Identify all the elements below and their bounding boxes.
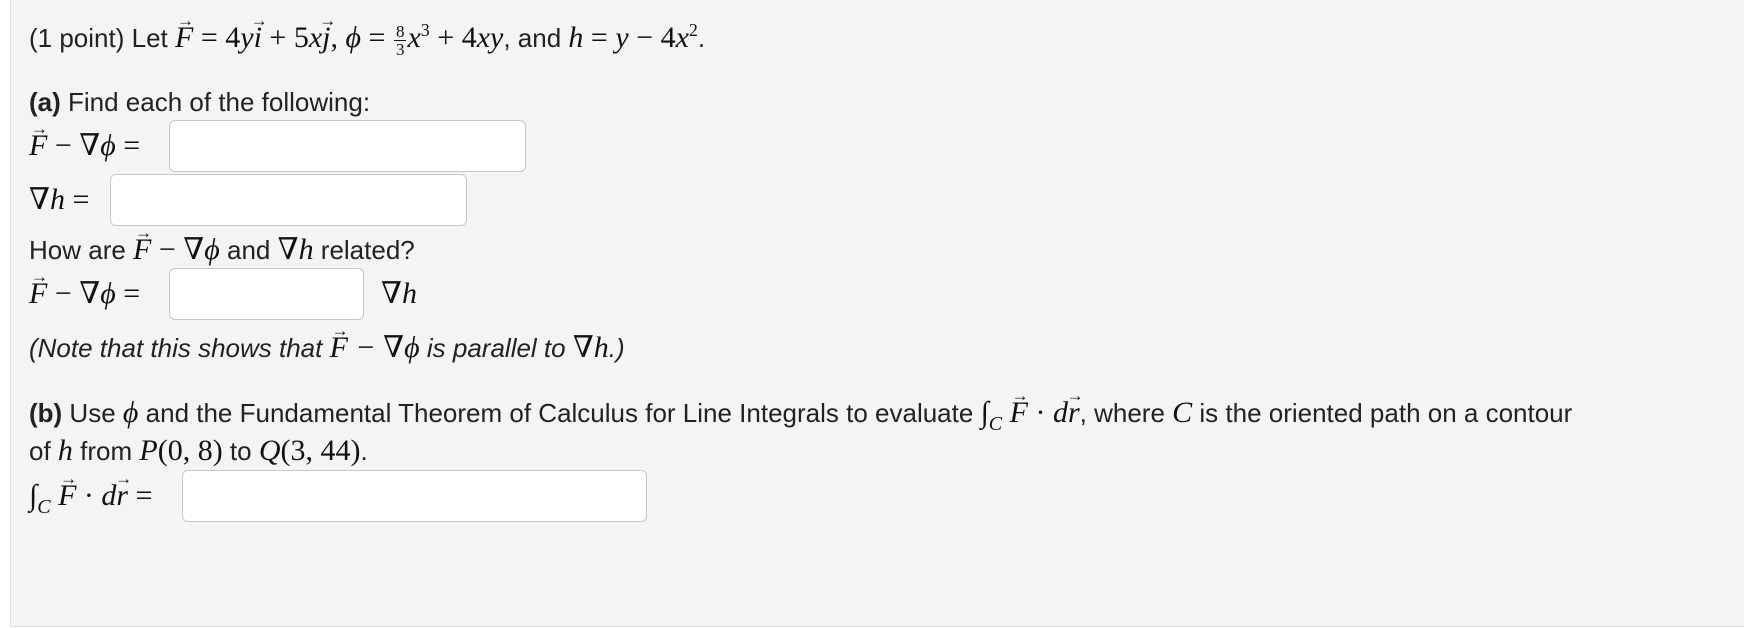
answer-field-f-minus-grad-phi[interactable]	[169, 120, 526, 172]
line-integral-label: ∫C F · dr =	[29, 478, 153, 518]
question-1-label: F − ∇ϕ =	[29, 128, 140, 164]
problem-statement: (1 point) Let F = 4yi + 5xj, ϕ = 83x3 + …	[29, 20, 705, 58]
part-b-label: (b)	[29, 398, 63, 428]
part-a-instruction: Find each of the following:	[60, 87, 371, 117]
parallel-note: (Note that this shows that F − ∇ϕ is par…	[29, 330, 625, 366]
point-Q: Q(3, 44)	[258, 434, 361, 467]
problem-prefix: (1 point) Let	[29, 23, 175, 53]
vector-F: F	[175, 20, 193, 56]
grad-h-suffix: ∇h	[381, 277, 417, 310]
fraction-8-3: 83	[393, 21, 407, 59]
question-3-label: F − ∇ϕ =	[29, 276, 140, 312]
def-h: h = y − 4x2	[568, 20, 698, 54]
answer-field-line-integral[interactable]	[182, 470, 647, 522]
def-F: = 4yi + 5xj,	[193, 21, 345, 54]
question-2-label: ∇h =	[29, 183, 90, 216]
point-P: P(0, 8)	[139, 434, 223, 467]
part-a-heading: (a) Find each of the following:	[29, 84, 370, 120]
problem-panel: (1 point) Let F = 4yi + 5xj, ϕ = 83x3 + …	[10, 0, 1744, 627]
and-text: , and	[503, 23, 569, 53]
part-b-line-1: (b) Use ϕ and the Fundamental Theorem of…	[29, 395, 1572, 435]
answer-field-grad-h[interactable]	[110, 174, 467, 226]
relation-question: How are F − ∇ϕ and ∇h related?	[29, 232, 415, 268]
part-b-line-2: of h from P(0, 8) to Q(3, 44).	[29, 434, 368, 467]
phi-symbol: ϕ	[345, 21, 362, 54]
